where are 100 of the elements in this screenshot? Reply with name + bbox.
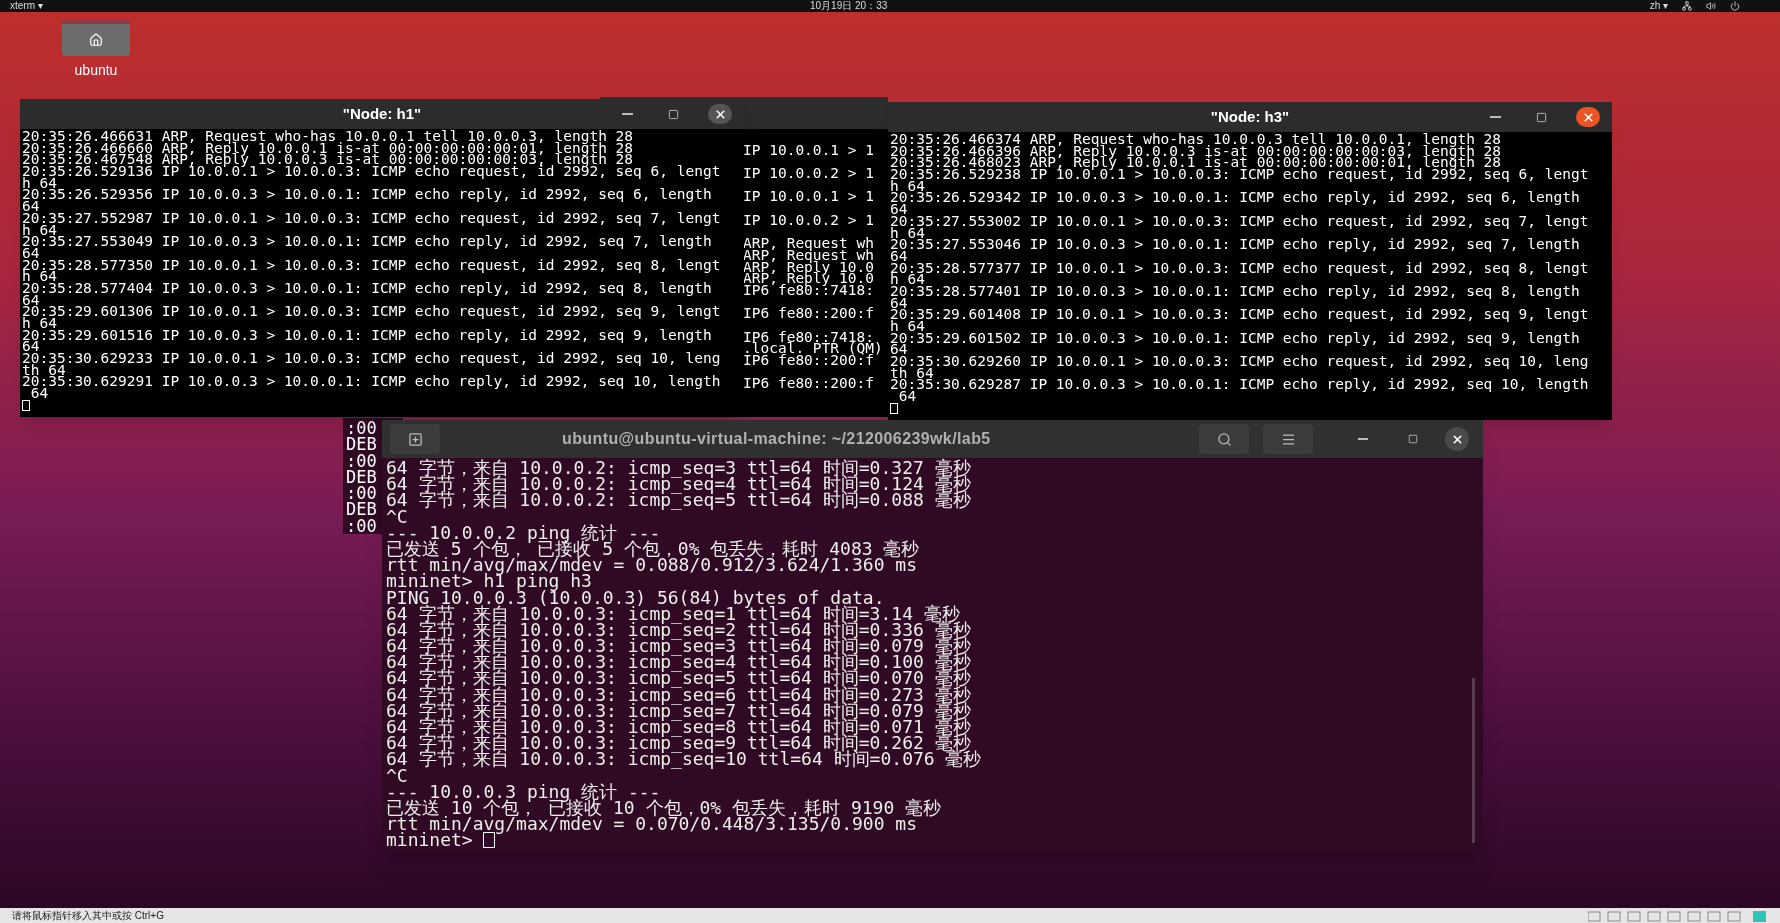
terminal-line: h 64 bbox=[22, 318, 57, 330]
terminal-line: 64 字节，来自 10.0.0.2: icmp_seq=5 ttl=64 时间=0.088 毫秒 bbox=[386, 492, 971, 509]
terminal-line: 64 bbox=[22, 201, 40, 213]
terminal-line: IP6 fe80::7418: bbox=[743, 284, 874, 297]
cursor bbox=[22, 399, 30, 411]
terminal-line: 20:35:30.629291 IP 10.0.0.3 > 10.0.0.1: ICMP echo reply, id 2992, seq 10, length bbox=[22, 376, 721, 389]
terminal-line: 64 bbox=[30, 388, 49, 400]
terminal-line: h 64 bbox=[22, 271, 57, 283]
terminal-line: ARP, Request wh bbox=[743, 238, 874, 250]
terminal-line: 64 bbox=[22, 341, 40, 354]
terminal-line: :00 bbox=[346, 452, 377, 469]
terminal-line: IP6 fe80::200:f bbox=[743, 355, 874, 367]
new-tab-button[interactable] bbox=[390, 424, 440, 454]
menu-icon bbox=[1280, 431, 1296, 447]
terminal-line: 20:35:26.529238 IP 10.0.0.1 > 10.0.0.3: ICMP echo request, id 2992, seq 6, lengt bbox=[890, 169, 1589, 181]
terminal-line: DEB bbox=[346, 468, 377, 486]
terminal-line: ^C bbox=[386, 508, 408, 525]
terminal-line: 64 字节，来自 10.0.0.3: icmp_seq=6 ttl=64 时间=0.273 毫秒 bbox=[386, 686, 971, 703]
terminal-line: 64 bbox=[890, 344, 908, 357]
terminal-line: 20:35:29.601516 IP 10.0.0.3 > 10.0.0.1: ICMP echo reply, id 2992, seq 9, length bbox=[22, 329, 712, 342]
terminal-line: DEB bbox=[346, 501, 377, 518]
terminal-line: 20:35:27.553002 IP 10.0.0.1 > 10.0.0.3: ICMP echo request, id 2992, seq 7, lengt bbox=[890, 215, 1589, 228]
status-hint: 请将鼠标指针移入其中或按 Ctrl+G bbox=[12, 910, 164, 921]
terminal-line: 20:35:28.577401 IP 10.0.0.3 > 10.0.0.1: ICMP echo reply, id 2992, seq 8, length bbox=[890, 285, 1580, 298]
terminal-line: IP6 fe80::200:f bbox=[743, 308, 874, 320]
terminal-line: 20:35:29.601306 IP 10.0.0.1 > 10.0.0.3: ICMP echo request, id 2992, seq 9, lengt bbox=[22, 306, 721, 318]
terminal-line: 64 bbox=[898, 391, 917, 403]
close-icon bbox=[1581, 110, 1595, 124]
terminal-line: :00 bbox=[346, 420, 377, 437]
close-icon bbox=[713, 107, 727, 121]
maximize-icon bbox=[1535, 111, 1547, 123]
maximize-icon bbox=[667, 108, 679, 120]
home-icon bbox=[89, 33, 103, 47]
terminal-line: rtt min/avg/max/mdev = 0.070/0.448/3.135/0.900 ms bbox=[386, 816, 917, 833]
terminal-line: 64 bbox=[22, 294, 40, 307]
terminal-line: :00 bbox=[346, 485, 377, 502]
terminal-line: --- 10.0.0.2 ping 统计 --- bbox=[386, 524, 661, 541]
terminal-line: th 64 bbox=[890, 367, 934, 380]
terminal-line: mininet> h1 ping h3 bbox=[386, 573, 592, 590]
new-tab-icon bbox=[407, 431, 423, 447]
scrollbar[interactable] bbox=[1472, 678, 1475, 843]
terminal-line: IP 10.0.0.2 > 1 bbox=[743, 214, 874, 227]
terminal-line: IP 10.0.0.1 > 1 bbox=[743, 191, 874, 204]
terminal-line: 20:35:26.529342 IP 10.0.0.3 > 10.0.0.1: ICMP echo reply, id 2992, seq 6, length bbox=[890, 192, 1580, 205]
terminal-line: 20:35:27.553046 IP 10.0.0.3 > 10.0.0.1: ICMP echo reply, id 2992, seq 7, length bbox=[890, 239, 1580, 251]
menu-button[interactable] bbox=[1263, 424, 1313, 454]
terminal-line: 20:35:29.601502 IP 10.0.0.3 > 10.0.0.1: ICMP echo reply, id 2992, seq 9, length bbox=[890, 332, 1580, 345]
terminal-line: h 64 bbox=[890, 227, 925, 240]
terminal-line: 64 字节，来自 10.0.0.3: icmp_seq=5 ttl=64 时间=0.070 毫秒 bbox=[386, 670, 971, 687]
terminal-line: h 64 bbox=[890, 321, 925, 333]
terminal-line: :00 bbox=[346, 517, 377, 535]
terminal-line: 20:35:26.466374 ARP, Request who-has 10.0.0.3 tell 10.0.0.1, length 28 bbox=[890, 134, 1502, 146]
app-menu[interactable]: xterm ▾ bbox=[10, 1, 43, 11]
close-button[interactable] bbox=[1576, 107, 1600, 127]
network-icon[interactable] bbox=[1682, 1, 1692, 11]
minimize-icon bbox=[621, 113, 633, 115]
terminal-line: 64 字节，来自 10.0.0.3: icmp_seq=7 ttl=64 时间=0.079 毫秒 bbox=[386, 702, 971, 719]
terminal-line: 64 bbox=[890, 297, 908, 310]
terminal-line: rtt min/avg/max/mdev = 0.088/0.912/3.624/1.360 ms bbox=[386, 557, 917, 574]
terminal-line: h 64 bbox=[22, 224, 57, 237]
terminal-line: IP 10.0.0.2 > 1 bbox=[743, 168, 874, 180]
terminal-line: 20:35:26.529356 IP 10.0.0.3 > 10.0.0.1: ICMP echo reply, id 2992, seq 6, length bbox=[22, 189, 712, 202]
close-button[interactable] bbox=[708, 104, 732, 124]
search-icon bbox=[1216, 431, 1232, 447]
minimize-icon bbox=[1489, 116, 1501, 118]
terminal-line: 20:35:26.529136 IP 10.0.0.1 > 10.0.0.3: ICMP echo request, id 2992, seq 6, lengt bbox=[22, 166, 721, 178]
window-title: "Node: h1" bbox=[342, 103, 422, 124]
home-folder-icon[interactable] bbox=[62, 20, 130, 56]
clock[interactable]: 10月19日 20：33 bbox=[810, 1, 888, 11]
cursor bbox=[482, 832, 495, 849]
terminal-line: 20:35:30.629287 IP 10.0.0.3 > 10.0.0.1: ICMP echo reply, id 2992, seq 10, length bbox=[890, 379, 1589, 392]
close-icon bbox=[1450, 432, 1464, 446]
terminal-line: 64 bbox=[890, 204, 908, 216]
window-title: "Node: h3" bbox=[1210, 106, 1290, 127]
terminal-line: h 64 bbox=[890, 274, 925, 286]
terminal-line: th 64 bbox=[22, 364, 66, 377]
desktop-icon-label[interactable]: ubuntu bbox=[74, 60, 118, 81]
input-method-menu[interactable]: zh ▾ bbox=[1649, 1, 1668, 11]
minimize-icon bbox=[1358, 438, 1368, 440]
close-button[interactable] bbox=[1445, 427, 1469, 451]
terminal-line: 20:35:29.601408 IP 10.0.0.1 > 10.0.0.3: ICMP echo request, id 2992, seq 9, lengt bbox=[890, 309, 1589, 321]
terminal-line: ARP, Reply 10.0 bbox=[743, 261, 874, 274]
terminal-line: 64 bbox=[890, 250, 908, 263]
power-icon[interactable] bbox=[1730, 1, 1740, 11]
terminal-line: 20:35:27.553049 IP 10.0.0.3 > 10.0.0.1: ICMP echo reply, id 2992, seq 7, length bbox=[22, 236, 712, 248]
terminal-line: IP6 fe80::200:f bbox=[743, 378, 874, 391]
terminal-line: 64 bbox=[22, 247, 40, 260]
terminal-line: h 64 bbox=[22, 177, 57, 190]
terminal-line: DEB bbox=[346, 436, 377, 453]
terminal-line: 20:35:30.629233 IP 10.0.0.1 > 10.0.0.3: ICMP echo request, id 2992, seq 10, leng bbox=[22, 353, 721, 365]
terminal-line: 20:35:28.577404 IP 10.0.0.3 > 10.0.0.1: ICMP echo reply, id 2992, seq 8, length bbox=[22, 282, 712, 295]
cursor bbox=[890, 402, 898, 414]
terminal-line: ^C bbox=[386, 767, 408, 784]
volume-icon[interactable] bbox=[1706, 1, 1716, 11]
terminal-line: 64 字节，来自 10.0.0.3: icmp_seq=10 ttl=64 时间=0.076 毫秒 bbox=[386, 751, 982, 768]
window-title: ubuntu@ubuntu-virtual-machine: ~/212006239wk/lab5 bbox=[562, 429, 991, 449]
terminal-line: 20:35:30.629260 IP 10.0.0.1 > 10.0.0.3: ICMP echo request, id 2992, seq 10, leng bbox=[890, 356, 1589, 368]
terminal-line: ARP, Reply 10.0 bbox=[743, 273, 874, 285]
terminal-line: h 64 bbox=[890, 180, 925, 193]
search-button[interactable] bbox=[1199, 424, 1249, 454]
